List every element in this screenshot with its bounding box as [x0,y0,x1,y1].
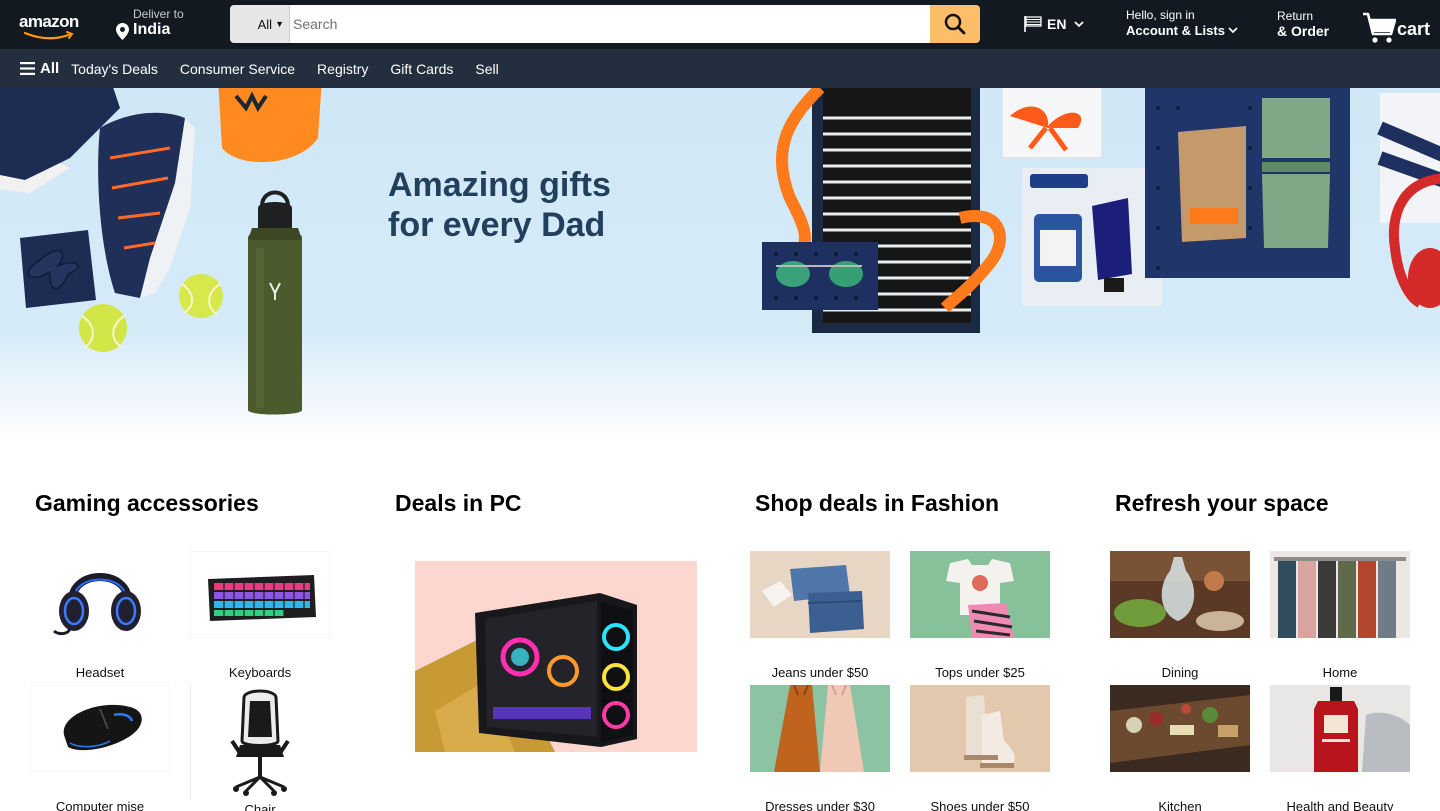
all-menu-button[interactable]: All [20,60,59,77]
secondary-nav-bar: All Today's Deals Consumer Service Regis… [0,49,1440,88]
tile-label: Dresses under $30 [765,799,875,811]
shoes-image [910,685,1050,772]
search-input[interactable] [290,5,930,43]
nav-gift-cards[interactable]: Gift Cards [390,61,453,77]
nav-todays-deals[interactable]: Today's Deals [71,61,158,77]
tile-tops[interactable]: Tops under $25 [910,551,1050,680]
logo-text: amazon [19,12,79,31]
hamburger-menu-icon [20,62,35,75]
hero-title-line1: Amazing gifts [388,166,611,204]
search-button[interactable] [930,5,980,43]
chevron-down-icon: ▼ [275,19,284,29]
tile-health-and-beauty[interactable]: Health and Beauty [1270,685,1410,811]
headset-image [30,551,170,638]
gaming-chair-image [190,685,330,800]
tile-chair[interactable]: Chair [190,685,330,811]
tile-label: Shoes under $50 [930,799,1030,811]
returns-label: Return [1277,9,1314,23]
hero-banner[interactable]: Amazing gifts for every Dad [0,88,1440,440]
tile-label: Tops under $25 [935,665,1025,680]
chevron-down-icon [1228,27,1238,34]
tile-label: Headset [75,665,125,680]
gaming-pc-image[interactable] [415,561,697,752]
tile-computer-mouse[interactable]: Computer mise [30,685,170,811]
hero-title-line2: for every Dad [388,206,606,244]
tile-jeans[interactable]: Jeans under $50 [750,551,890,680]
account-lists-label: Account & Lists [1126,23,1225,38]
logo-smile-icon [23,31,74,40]
flag-icon [1024,16,1042,32]
all-menu-label: All [40,60,60,77]
card-deals-in-pc: Deals in PC [390,490,730,811]
tile-label: Health and Beauty [1286,799,1394,811]
card-title: Gaming accessories [35,490,259,516]
tops-image [910,551,1050,638]
water-bottle-image [248,190,302,415]
tile-label: Jeans under $50 [771,665,869,680]
orange-cap-image [218,88,322,163]
cart-icon [1363,12,1396,43]
cart-button[interactable]: cart [1362,8,1434,44]
account-greeting: Hello, sign in [1126,8,1195,22]
account-lists-row: Account & Lists [1126,22,1246,39]
search-category-value: All [257,16,273,32]
card-title: Refresh your space [1115,490,1329,516]
gift-and-headphones-image [1377,93,1440,308]
keyboard-image [190,551,330,638]
grooming-products-image [1022,168,1162,306]
tile-label: Dining [1161,665,1199,680]
tile-shoes[interactable]: Shoes under $50 [910,685,1050,811]
tile-kitchen[interactable]: Kitchen [1110,685,1250,811]
tile-label: Chair [244,802,276,811]
deliver-to-location[interactable]: Deliver to India [113,7,213,43]
navy-gift-box-image [20,230,96,308]
nav-sell[interactable]: Sell [475,61,498,77]
dresses-image [750,685,890,772]
hero-title: Amazing gifts for every Dad [388,165,668,245]
language-code: EN [1047,16,1067,32]
search-category-select[interactable]: All ▼ [230,5,290,43]
location-pin-icon [116,23,129,40]
cart-label: cart [1397,19,1431,39]
returns-and-orders[interactable]: Return & Order [1277,9,1347,41]
jeans-image [750,551,890,638]
nav-registry[interactable]: Registry [317,61,368,77]
chevron-down-icon [1074,20,1085,27]
tile-home[interactable]: Home [1270,551,1410,680]
health-beauty-image [1270,685,1410,772]
gift-box-with-ribbon-image [1001,88,1103,159]
card-title: Shop deals in Fashion [755,490,1000,516]
dining-image [1110,551,1250,638]
language-selector[interactable]: EN [1023,12,1093,36]
tile-label: Computer mise [55,799,145,811]
mouse-image [30,685,170,772]
search-bar: All ▼ [230,5,980,43]
card-refresh-your-space: Refresh your space Dining Home Kitchen H… [1110,490,1440,811]
home-image [1270,551,1410,638]
nav-consumer-service[interactable]: Consumer Service [180,61,295,77]
sunglasses-pegboard-image [762,242,878,310]
tile-dresses[interactable]: Dresses under $30 [750,685,890,811]
card-title: Deals in PC [395,490,522,516]
deliver-label: Deliver to [133,7,184,21]
tile-label: Keyboards [228,665,292,680]
search-icon [944,13,966,35]
account-and-lists[interactable]: Hello, sign in Account & Lists [1126,8,1246,42]
tile-label: Home [1322,665,1358,680]
tile-headset[interactable]: Headset [30,551,170,680]
card-gaming-accessories: Gaming accessories Headset Keyboards Com… [30,490,370,811]
tile-dining[interactable]: Dining [1110,551,1250,680]
coffee-pegboard-image [1145,88,1350,278]
amazon-logo[interactable]: amazon [13,9,85,40]
kitchen-image [1110,685,1250,772]
card-shop-deals-in-fashion: Shop deals in Fashion Jeans under $50 To… [750,490,1090,811]
tile-keyboards[interactable]: Keyboards [190,551,330,680]
deliver-location: India [133,21,171,38]
top-nav-bar: amazon Deliver to India All ▼ Search EN … [0,0,1440,49]
orders-label: & Order [1277,23,1330,39]
hero-gift-illustration [0,88,1440,415]
tile-label: Kitchen [1158,799,1202,811]
